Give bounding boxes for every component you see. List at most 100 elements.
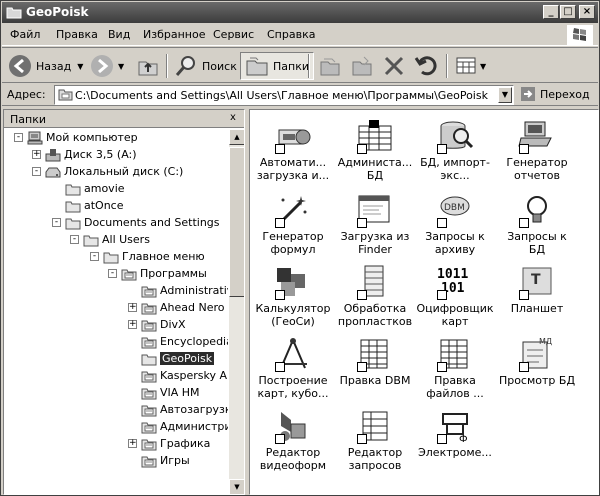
tree-item[interactable]: + Ahead Nero [128,299,225,316]
file-shortcut[interactable]: Правка файлов ... [416,336,494,400]
tree-item[interactable]: Администрир [128,418,228,435]
file-shortcut[interactable]: T Планшет [498,264,576,315]
search-button[interactable]: Поиск [174,52,237,80]
menu-help[interactable]: Справка [267,28,315,41]
undo-button[interactable] [414,52,438,80]
shortcut-arrow-icon [519,290,529,300]
tree-item[interactable]: atOnce [52,197,124,214]
tree-item[interactable]: - All Users [70,231,150,248]
tree-item[interactable]: Kaspersky An [128,367,228,384]
address-value: C:\Documents and Settings\All Users\Глав… [75,89,488,102]
tree-item[interactable]: + Диск 3,5 (A:) [32,146,137,163]
file-shortcut[interactable]: Редактор видеоформ [254,408,332,472]
shortcut-arrow-icon [275,144,285,154]
shortcut-arrow-icon [437,362,447,372]
tree-item-label: Administrative [160,284,228,297]
shortcut-arrow-icon [357,290,367,300]
collapse-toggle-icon[interactable]: - [52,218,61,227]
file-label: Редактор видеоформ [259,446,327,472]
tree-item[interactable]: VIA HM [128,384,200,401]
file-shortcut[interactable]: 1011 101 Оцифровщик карт [416,264,494,328]
shortcut-arrow-icon [437,218,447,228]
back-label: Назад [36,59,72,73]
file-shortcut[interactable]: Обработка пропластков [336,264,414,328]
file-shortcut[interactable]: Запросы к БД [498,192,576,256]
program-folder-icon [141,337,157,348]
menu-edit[interactable]: Правка [56,28,98,41]
tree-item[interactable]: GeoPoisk [128,350,215,367]
back-arrow-icon [9,55,31,77]
address-input[interactable]: C:\Documents and Settings\All Users\Глав… [54,85,514,105]
tree-item[interactable]: - Главное меню [90,248,205,265]
file-label: Правка DBM [339,374,411,387]
file-shortcut[interactable]: Редактор запросов [336,408,414,472]
scroll-up-button[interactable]: ▲ [229,129,244,145]
menu-favorites[interactable]: Избранное [143,28,205,41]
collapse-toggle-icon[interactable]: - [108,269,117,278]
file-shortcut[interactable]: Автомати... загрузка и... [254,118,332,182]
tree-item[interactable]: - Локальный диск (C:) [32,163,183,180]
file-shortcut[interactable]: МД Просмотр БД [498,336,576,387]
tree-item[interactable]: Игры [128,452,190,469]
tree-item-label: Мой компьютер [46,131,138,144]
collapse-toggle-icon[interactable]: - [70,235,79,244]
file-shortcut[interactable]: Правка DBM [336,336,414,387]
file-shortcut[interactable]: Калькулятор (ГеоСи) [254,264,332,328]
file-shortcut[interactable]: DBM Запросы к архиву [416,192,494,256]
tree-item[interactable]: Administrative [128,282,228,299]
file-shortcut[interactable]: Загрузка из Finder [336,192,414,256]
collapse-toggle-icon[interactable]: - [32,167,41,176]
tree-item[interactable]: Encyclopedia [128,333,228,350]
collapse-toggle-icon[interactable]: - [90,252,99,261]
close-button[interactable]: × [579,5,595,19]
file-label: Калькулятор (ГеоСи) [255,302,331,328]
file-shortcut[interactable]: Администа... БД [336,118,414,182]
forward-button[interactable]: ▼ [90,52,124,80]
file-label: БД, импорт-экс... [420,156,490,182]
copy-to-button[interactable] [350,52,374,80]
file-label: Редактор запросов [347,446,403,472]
tree-item[interactable]: Автозагрузк [128,401,228,418]
tree-item[interactable]: - Documents and Settings [52,214,220,231]
tree-item[interactable]: - Мой компьютер [14,129,138,146]
collapse-toggle-icon[interactable]: - [14,133,23,142]
tree-item[interactable]: + DivX [128,316,186,333]
tree-item[interactable]: + Графика [128,435,210,452]
chevron-down-icon: ▼ [480,61,487,71]
menu-view[interactable]: Вид [108,28,130,41]
go-arrow-icon [521,87,535,101]
file-shortcut[interactable]: Ф Электроме... [416,408,494,459]
address-dropdown-button[interactable]: ▼ [498,87,512,103]
maximize-button[interactable]: □ [560,5,576,19]
menu-file[interactable]: Файл [10,28,40,41]
title-bar[interactable]: GeoPoisk _ □ × [2,2,598,23]
file-shortcut[interactable]: БД, импорт-экс... [416,118,494,182]
expand-toggle-icon[interactable]: + [32,150,41,159]
tree-item[interactable]: - Программы [108,265,207,282]
views-button[interactable]: ▼ [454,52,486,80]
expand-toggle-icon[interactable]: + [128,320,137,329]
menu-tools[interactable]: Сервис [213,28,254,41]
file-shortcut[interactable]: Генератор отчетов [498,118,576,182]
minimize-button[interactable]: _ [543,5,559,19]
file-shortcut[interactable]: Генератор формул [254,192,332,256]
folders-scrollbar[interactable]: ▲ ▼ [229,129,244,494]
svg-text:Ф: Ф [459,434,468,444]
up-button[interactable] [136,52,160,80]
go-button[interactable]: Переход [520,86,590,102]
file-label: Администа... БД [337,156,413,182]
tree-item-label: amovie [84,182,125,195]
expand-toggle-icon[interactable]: + [128,439,137,448]
folder-tree: - Мой компьютер + Диск 3,5 (A:) - Локальный д… [4,129,228,494]
file-shortcut[interactable]: Построение карт, кубо... [254,336,332,400]
scroll-thumb[interactable] [229,147,244,297]
back-button[interactable]: Назад ▼ [8,52,83,80]
shortcut-arrow-icon [275,434,285,444]
folders-pane-close-button[interactable]: x [226,112,240,125]
delete-button[interactable] [382,52,406,80]
tree-item[interactable]: amovie [52,180,125,197]
folders-button[interactable]: Папки [240,52,314,80]
move-to-button[interactable] [318,52,342,80]
expand-toggle-icon[interactable]: + [128,303,137,312]
scroll-down-button[interactable]: ▼ [229,479,244,494]
